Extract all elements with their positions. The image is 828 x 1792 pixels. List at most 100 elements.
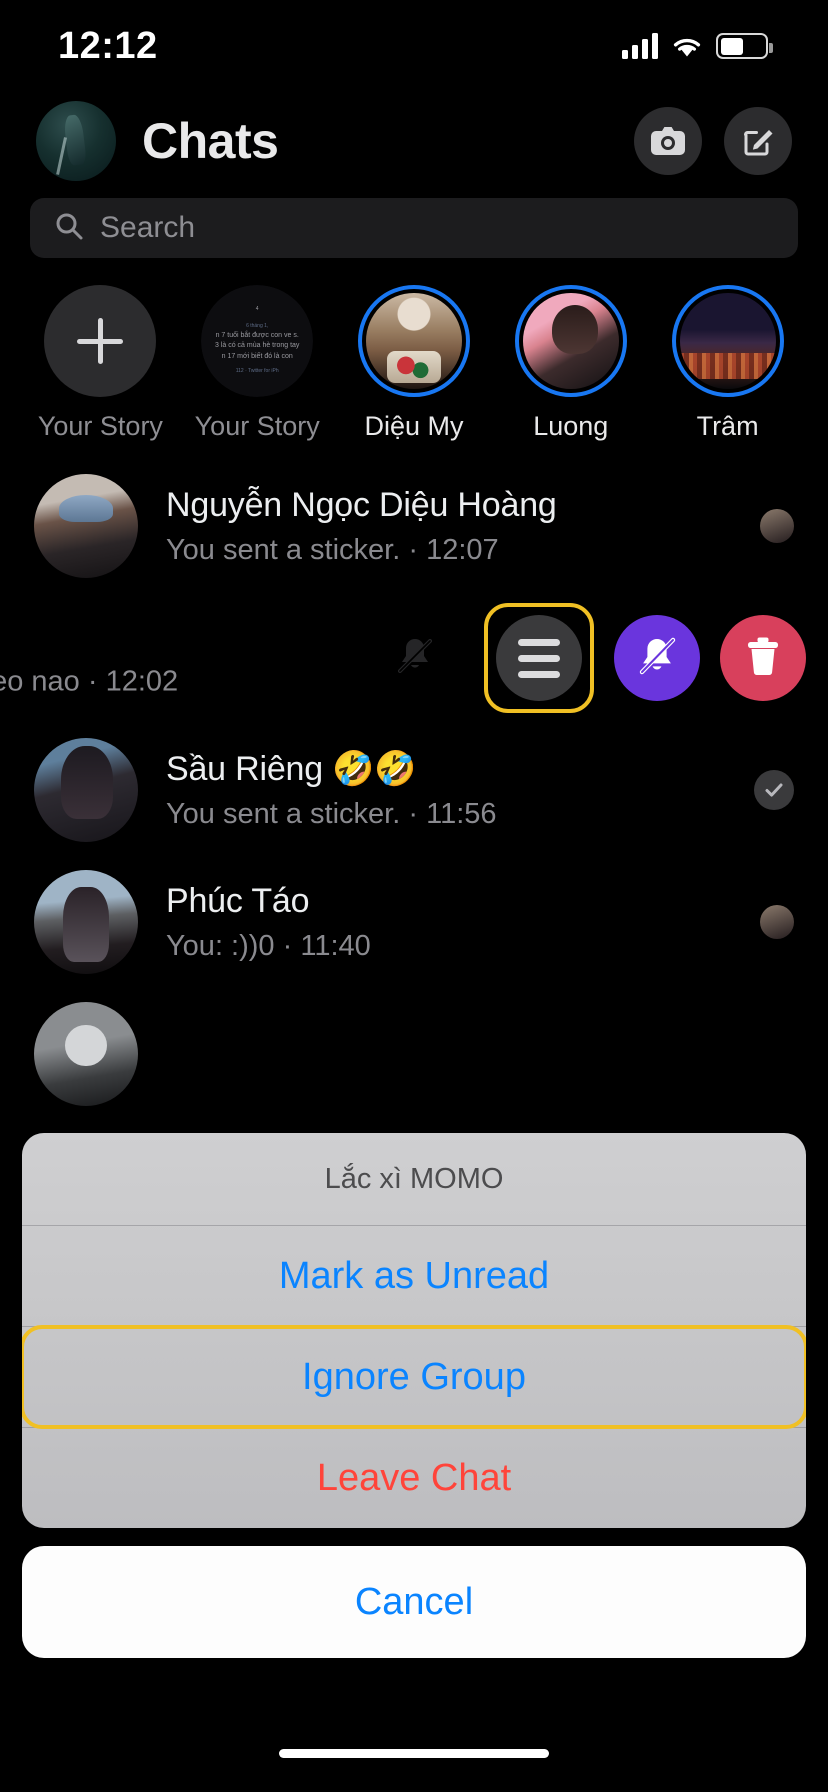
- chat-preview-text: heo cheo nao: [0, 665, 80, 698]
- hamburger-icon: [518, 638, 560, 678]
- story-label: Luong: [533, 411, 609, 441]
- delete-button[interactable]: [720, 615, 806, 701]
- chat-preview: You sent a sticker. · 11:56: [166, 798, 738, 831]
- story-luong[interactable]: Luong: [492, 285, 649, 450]
- story-label: Your Story: [194, 411, 320, 441]
- story-card-footer: 112 · Twitter for iPh: [235, 368, 279, 375]
- action-mark-as-unread[interactable]: Mark as Unread: [22, 1226, 806, 1326]
- bell-slash-icon: [633, 632, 681, 685]
- chat-row-body: Phúc Táo You: :))0 · 11:40: [166, 882, 744, 963]
- story-ring-unseen: [357, 285, 470, 397]
- search-input[interactable]: Search: [30, 198, 798, 258]
- story-label: Trâm: [696, 411, 759, 441]
- wifi-icon: [670, 33, 704, 59]
- battery-icon: [716, 33, 773, 59]
- search-placeholder: Search: [100, 211, 196, 244]
- story-card-line1: n 7 tuổi bắt được con ve s.: [215, 331, 299, 339]
- story-thumbnail: [522, 293, 619, 389]
- story-ring: [44, 285, 157, 397]
- story-ring-unseen: [514, 285, 627, 397]
- chat-row-right: [760, 905, 794, 939]
- trash-icon: [742, 634, 784, 683]
- chat-time: 11:40: [300, 929, 371, 962]
- plus-icon: [44, 285, 157, 397]
- stories-tray[interactable]: Your Story 4 6 tháng 1, n 7 tuổi bắt đượ…: [0, 285, 828, 450]
- action-sheet-panel: Lắc xì MOMO Mark as Unread Ignore Group …: [22, 1133, 806, 1528]
- chat-time: 11:56: [426, 798, 497, 830]
- chat-preview-text: You sent a sticker.: [166, 533, 401, 566]
- swiped-row-text: MO heo cheo nao · 12:02: [0, 618, 178, 699]
- chat-name: MO: [0, 618, 178, 657]
- story-card-line2: 3 là có cả mùa hè trong tay: [214, 342, 300, 350]
- status-badge: [754, 770, 794, 810]
- chat-row[interactable]: Phúc Táo You: :))0 · 11:40: [0, 856, 828, 988]
- story-ring-unseen: [671, 285, 784, 397]
- mute-button[interactable]: [614, 615, 700, 701]
- chat-row-right: [754, 770, 794, 810]
- swipe-action-buttons: [392, 603, 806, 713]
- story-add-your-story[interactable]: Your Story: [22, 285, 179, 450]
- chat-time: 12:02: [105, 665, 179, 698]
- story-thumbnail: [679, 293, 776, 389]
- chat-row-body: Sầu Riêng 🤣🤣 You sent a sticker. · 11:56: [166, 749, 738, 831]
- compose-icon: [741, 124, 775, 158]
- avatar[interactable]: [34, 1002, 138, 1106]
- story-thumbnail: [365, 293, 462, 389]
- avatar[interactable]: [34, 738, 138, 842]
- story-your-story[interactable]: 4 6 tháng 1, n 7 tuổi bắt được con ve s.…: [179, 285, 336, 450]
- status-bar: 12:12: [0, 0, 828, 92]
- story-text-card: 4 6 tháng 1, n 7 tuổi bắt được con ve s.…: [201, 285, 314, 397]
- story-label: Diệu My: [364, 411, 464, 441]
- story-thumbnail: 4 6 tháng 1, n 7 tuổi bắt được con ve s.…: [201, 285, 314, 397]
- status-indicators: [622, 33, 773, 59]
- camera-icon: [650, 126, 686, 156]
- search-bar[interactable]: Search: [30, 198, 798, 258]
- chat-row-body: Nguyễn Ngọc Diệu Hoàng You sent a sticke…: [166, 486, 744, 567]
- chat-separator: ·: [408, 533, 419, 566]
- chat-name: Sầu Riêng 🤣🤣: [166, 750, 417, 788]
- chat-row[interactable]: [0, 988, 828, 1120]
- bell-slash-icon: [392, 633, 438, 684]
- story-ring: 4 6 tháng 1, n 7 tuổi bắt được con ve s.…: [201, 285, 314, 397]
- header-actions: [634, 107, 792, 175]
- chat-preview: You sent a sticker. · 12:07: [166, 534, 744, 567]
- status-time: 12:12: [58, 24, 158, 67]
- seen-mini-avatar: [760, 905, 794, 939]
- action-ignore-group[interactable]: Ignore Group: [22, 1325, 806, 1429]
- chat-preview: heo cheo nao · 12:02: [0, 666, 178, 699]
- compose-button[interactable]: [724, 107, 792, 175]
- chat-preview-text: You: :))0: [166, 929, 275, 962]
- action-leave-chat[interactable]: Leave Chat: [22, 1428, 806, 1528]
- avatar[interactable]: [34, 474, 138, 578]
- action-sheet-title: Lắc xì MOMO: [324, 1162, 504, 1195]
- search-icon: [54, 211, 84, 246]
- check-icon: [765, 783, 783, 797]
- chat-preview-text: You sent a sticker.: [166, 798, 401, 830]
- chat-preview: You: :))0 · 11:40: [166, 930, 744, 963]
- chat-time: 12:07: [426, 533, 499, 566]
- chat-separator: ·: [408, 798, 419, 830]
- story-tram[interactable]: Trâm: [649, 285, 806, 450]
- home-indicator: [279, 1749, 549, 1758]
- more-button-highlight: [484, 603, 594, 713]
- cellular-signal-icon: [622, 33, 658, 59]
- story-dieu-my[interactable]: Diệu My: [336, 285, 493, 450]
- cancel-button[interactable]: Cancel: [22, 1546, 806, 1658]
- story-card-sub: 6 tháng 1,: [246, 322, 269, 329]
- chat-row[interactable]: Sầu Riêng 🤣🤣 You sent a sticker. · 11:56: [0, 724, 828, 856]
- app-header: Chats: [0, 92, 828, 190]
- profile-avatar[interactable]: [36, 101, 116, 181]
- chat-separator: ·: [282, 929, 293, 962]
- chat-row-swiped[interactable]: MO heo cheo nao · 12:02: [0, 592, 828, 724]
- more-button[interactable]: [496, 615, 582, 701]
- chat-row[interactable]: Nguyễn Ngọc Diệu Hoàng You sent a sticke…: [0, 460, 828, 592]
- chat-separator: ·: [87, 665, 98, 698]
- chat-row-right: [760, 509, 794, 543]
- story-label: Your Story: [37, 411, 163, 441]
- chat-name: Phúc Táo: [166, 881, 310, 920]
- camera-button[interactable]: [634, 107, 702, 175]
- chat-name: Nguyễn Ngọc Diệu Hoàng: [166, 485, 557, 524]
- page-title: Chats: [142, 113, 279, 169]
- action-sheet: Lắc xì MOMO Mark as Unread Ignore Group …: [22, 1133, 806, 1658]
- avatar[interactable]: [34, 870, 138, 974]
